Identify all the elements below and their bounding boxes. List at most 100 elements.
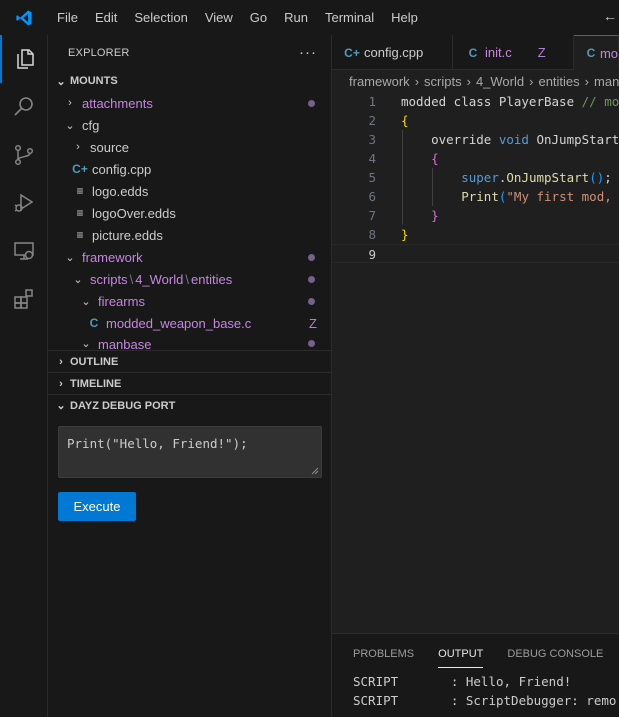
section-outline[interactable]: › OUTLINE bbox=[48, 350, 331, 372]
resize-handle-icon[interactable] bbox=[311, 467, 319, 475]
chevron-down-icon: ⌄ bbox=[73, 273, 83, 286]
line-number: 9 bbox=[368, 247, 376, 262]
menu-selection[interactable]: Selection bbox=[125, 0, 195, 35]
chevron-right-icon: › bbox=[584, 73, 590, 89]
menu-terminal[interactable]: Terminal bbox=[316, 0, 382, 35]
tab-problems[interactable]: PROBLEMS bbox=[353, 634, 414, 672]
breadcrumb-item[interactable]: framework bbox=[349, 74, 410, 89]
menu-view[interactable]: View bbox=[196, 0, 241, 35]
tree-item-modded-weapon-base[interactable]: C modded_weapon_base.c Z bbox=[48, 312, 331, 334]
tree-item-label: config.cpp bbox=[92, 161, 152, 177]
code-token: OnJumpStart bbox=[528, 132, 619, 147]
code-token: ; bbox=[604, 170, 612, 185]
debug-script-input[interactable]: Print("Hello, Friend!"); bbox=[58, 426, 322, 478]
code-token: "My first mod, bbox=[506, 189, 619, 204]
file-lines-icon: ≡ bbox=[76, 206, 84, 220]
code-line[interactable]: 8} bbox=[332, 225, 619, 244]
section-dayz-debug-port[interactable]: ⌄ DAYZ DEBUG PORT bbox=[48, 394, 331, 416]
run-debug-icon[interactable] bbox=[0, 179, 48, 227]
tree-item-label: manbase bbox=[98, 337, 152, 350]
breadcrumb-item[interactable]: entities bbox=[538, 74, 579, 89]
menu-help[interactable]: Help bbox=[382, 0, 426, 35]
tab-active-file[interactable]: C mo bbox=[574, 35, 619, 70]
menu-run[interactable]: Run bbox=[275, 0, 316, 35]
tree-item-label: source bbox=[90, 139, 130, 155]
extensions-icon[interactable] bbox=[0, 275, 48, 323]
code-line[interactable]: 1 modded class PlayerBase // mo bbox=[332, 92, 619, 111]
tab-output[interactable]: OUTPUT bbox=[438, 638, 484, 668]
cpp-file-icon: C+ bbox=[344, 45, 360, 60]
section-mounts[interactable]: ⌄ MOUNTS bbox=[48, 70, 331, 92]
tree-item-config-cpp[interactable]: C+ config.cpp bbox=[48, 158, 331, 180]
code-line[interactable]: 6 Print("My first mod, bbox=[332, 187, 619, 206]
code-token: OnJumpStart bbox=[506, 170, 590, 185]
code-editor[interactable]: 1 modded class PlayerBase // mo 2{3 overri… bbox=[332, 92, 619, 263]
search-icon[interactable] bbox=[0, 83, 48, 131]
chevron-right-icon: › bbox=[59, 355, 63, 368]
tree-item-cfg[interactable]: ⌄ cfg bbox=[48, 114, 331, 136]
editor-area: C+ config.cpp C init.c Z C mo framework … bbox=[332, 35, 619, 633]
execute-button[interactable]: Execute bbox=[58, 492, 136, 521]
code-token: () bbox=[589, 170, 605, 185]
tree-item-scripts-path[interactable]: ⌄ scripts \ 4_World \ entities bbox=[48, 268, 331, 290]
breadcrumb-item[interactable]: man bbox=[594, 74, 619, 89]
menu-edit[interactable]: Edit bbox=[86, 0, 125, 35]
explorer-icon[interactable] bbox=[0, 35, 48, 83]
code-line[interactable]: 2{ bbox=[332, 111, 619, 130]
chevron-right-icon: › bbox=[529, 73, 534, 89]
source-control-icon[interactable] bbox=[0, 131, 48, 179]
tab-debug-console[interactable]: DEBUG CONSOLE bbox=[507, 634, 603, 672]
tree-item-firearms[interactable]: ⌄ firearms bbox=[48, 290, 331, 312]
path-separator: \ bbox=[185, 271, 189, 287]
more-actions-icon[interactable]: ··· bbox=[299, 44, 317, 61]
line-number: 7 bbox=[368, 208, 376, 223]
code-line[interactable]: 9 bbox=[332, 244, 619, 263]
tree-item-picture-edds[interactable]: ≡ picture.edds bbox=[48, 224, 331, 246]
menu-go[interactable]: Go bbox=[241, 0, 275, 35]
code-token: override bbox=[401, 132, 499, 147]
code-line[interactable]: 4 { bbox=[332, 149, 619, 168]
tree-item-framework[interactable]: ⌄ framework bbox=[48, 246, 331, 268]
code-line[interactable]: 3 override void OnJumpStart bbox=[332, 130, 619, 149]
code-text: } bbox=[401, 225, 409, 244]
cpp-file-icon: C+ bbox=[72, 162, 88, 176]
breadcrumb: framework › scripts › 4_World › entities… bbox=[332, 70, 619, 92]
path-separator: \ bbox=[129, 271, 134, 287]
explorer-header: EXPLORER ··· bbox=[48, 35, 331, 70]
tree-item-logo-edds[interactable]: ≡ logo.edds bbox=[48, 180, 331, 202]
tab-init-c[interactable]: C init.c Z bbox=[453, 35, 574, 70]
code-token: } bbox=[401, 227, 409, 242]
code-token: void bbox=[498, 132, 529, 147]
back-arrow-icon[interactable]: ← bbox=[603, 8, 617, 24]
output-line: SCRIPT : Hello, Friend! bbox=[353, 674, 572, 689]
title-bar: File Edit Selection View Go Run Terminal… bbox=[0, 0, 619, 35]
code-line[interactable]: 7 } bbox=[332, 206, 619, 225]
tree-item-logoover-edds[interactable]: ≡ logoOver.edds bbox=[48, 202, 331, 224]
git-status-badge: Z bbox=[537, 45, 546, 60]
line-number: 5 bbox=[368, 170, 376, 185]
tree-item-source[interactable]: › source bbox=[48, 136, 331, 158]
section-timeline[interactable]: › TIMELINE bbox=[48, 372, 331, 394]
breadcrumb-item[interactable]: scripts bbox=[424, 74, 462, 89]
tree-item-label: logoOver.edds bbox=[92, 205, 176, 221]
tree-item-label: attachments bbox=[82, 95, 153, 111]
modified-dot bbox=[308, 297, 315, 305]
code-line[interactable]: 5 super.OnJumpStart(); bbox=[332, 168, 619, 187]
tree-item-label: cfg bbox=[82, 117, 100, 133]
section-timeline-label: TIMELINE bbox=[70, 377, 122, 390]
code-text: modded class PlayerBase // mo bbox=[401, 92, 619, 111]
tree-item-manbase[interactable]: ⌄ manbase bbox=[48, 334, 331, 350]
breadcrumb-item[interactable]: 4_World bbox=[476, 74, 524, 89]
modified-dot bbox=[308, 99, 315, 107]
remote-explorer-icon[interactable] bbox=[0, 227, 48, 275]
menu-file[interactable]: File bbox=[48, 0, 86, 35]
line-number: 4 bbox=[368, 151, 376, 166]
file-tree: › attachments ⌄ cfg › source C+ config.c… bbox=[48, 92, 331, 351]
code-text: { bbox=[401, 149, 439, 168]
chevron-down-icon: ⌄ bbox=[81, 338, 91, 350]
bottom-panel: PROBLEMS OUTPUT DEBUG CONSOLE TE SCRIPT … bbox=[332, 633, 619, 717]
tab-config-cpp[interactable]: C+ config.cpp bbox=[332, 35, 453, 70]
code-token: modded class PlayerBase bbox=[401, 94, 582, 109]
tree-item-attachments[interactable]: › attachments bbox=[48, 92, 331, 114]
